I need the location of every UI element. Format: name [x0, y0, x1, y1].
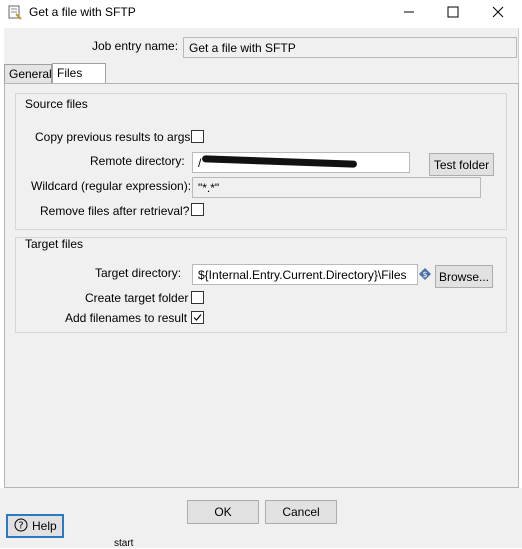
- cancel-button[interactable]: Cancel: [265, 500, 337, 524]
- remove-files-checkbox[interactable]: [191, 203, 204, 216]
- help-icon: ?: [14, 518, 28, 535]
- app-icon: [8, 5, 22, 20]
- tab-files[interactable]: Files: [52, 63, 106, 84]
- target-directory-input[interactable]: ${Internal.Entry.Current.Directory}\File…: [192, 264, 418, 285]
- svg-text:$: $: [422, 270, 427, 279]
- minimize-button[interactable]: [386, 0, 432, 26]
- help-button[interactable]: ? Help: [6, 514, 64, 538]
- svg-text:?: ?: [18, 520, 23, 531]
- browse-button[interactable]: Browse...: [435, 265, 493, 288]
- variable-icon[interactable]: $: [419, 268, 431, 280]
- target-directory-label: Target directory:: [95, 266, 182, 280]
- dialog-footer: [0, 488, 522, 548]
- tab-general[interactable]: General: [4, 64, 52, 83]
- create-target-label: Create target folder: [85, 291, 189, 305]
- close-button[interactable]: [475, 0, 521, 26]
- test-folder-button[interactable]: Test folder: [429, 153, 494, 176]
- background-start-label: start: [114, 538, 134, 549]
- ok-button[interactable]: OK: [187, 500, 259, 524]
- tab-bar: General Files: [4, 63, 519, 84]
- remote-directory-label: Remote directory:: [90, 154, 185, 168]
- remote-directory-value: /: [198, 156, 202, 170]
- help-label: Help: [32, 519, 57, 533]
- add-filenames-checkbox[interactable]: [191, 311, 204, 324]
- window-title: Get a file with SFTP: [29, 5, 136, 19]
- wildcard-label: Wildcard (regular expression):: [31, 179, 192, 193]
- add-filenames-label: Add filenames to result: [65, 311, 188, 325]
- minimize-icon: [403, 6, 415, 21]
- title-bar: Get a file with SFTP: [0, 0, 522, 26]
- source-files-group-label: Source files: [25, 97, 88, 111]
- close-icon: [492, 6, 504, 21]
- create-target-checkbox[interactable]: [191, 291, 204, 304]
- target-files-group-label: Target files: [25, 237, 84, 251]
- job-entry-name-label: Job entry name:: [92, 39, 179, 53]
- copy-previous-checkbox[interactable]: [191, 130, 204, 143]
- remove-files-label: Remove files after retrieval?: [40, 204, 190, 218]
- sftp-dialog-window: Get a file with SFTP Job entry name: Get…: [0, 0, 522, 549]
- files-panel: Source files Copy previous results to ar…: [4, 83, 519, 488]
- job-entry-name-input[interactable]: Get a file with SFTP: [183, 37, 517, 58]
- maximize-icon: [447, 6, 459, 21]
- wildcard-input[interactable]: "*.*": [192, 177, 481, 198]
- maximize-button[interactable]: [430, 0, 476, 26]
- copy-previous-label: Copy previous results to args: [35, 130, 191, 144]
